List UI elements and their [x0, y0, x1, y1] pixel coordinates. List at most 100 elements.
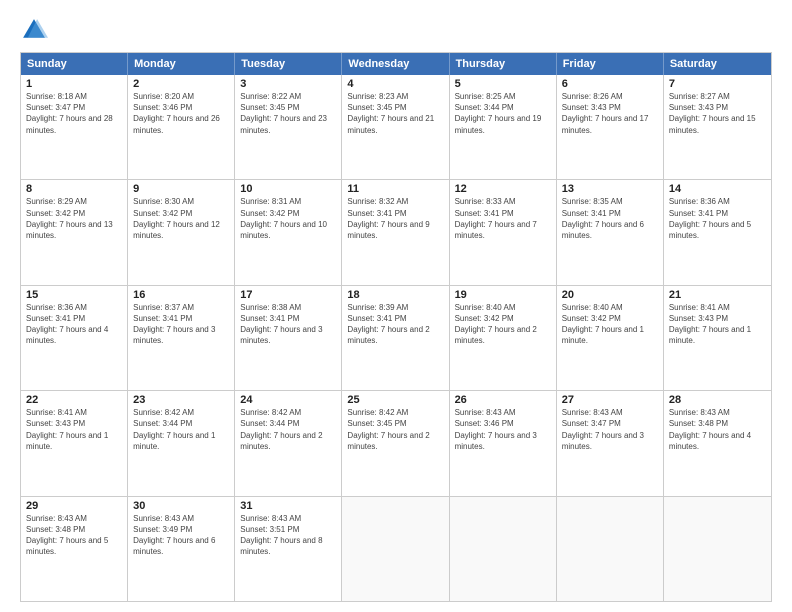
day-number: 29: [26, 500, 122, 512]
cell-info: Sunrise: 8:33 AMSunset: 3:41 PMDaylight:…: [455, 197, 537, 240]
calendar-row: 1 Sunrise: 8:18 AMSunset: 3:47 PMDaylight…: [21, 75, 771, 180]
day-number: 27: [562, 394, 658, 406]
cell-info: Sunrise: 8:26 AMSunset: 3:43 PMDaylight:…: [562, 92, 649, 135]
calendar-cell: 20 Sunrise: 8:40 AMSunset: 3:42 PMDayligh…: [557, 286, 664, 390]
day-number: 1: [26, 78, 122, 90]
cell-info: Sunrise: 8:42 AMSunset: 3:45 PMDaylight:…: [347, 408, 429, 451]
calendar-cell: 22Sunrise: 8:41 AMSunset: 3:43 PMDayligh…: [21, 391, 128, 495]
calendar-cell: [450, 497, 557, 601]
calendar-cell: 27 Sunrise: 8:43 AMSunset: 3:47 PMDayligh…: [557, 391, 664, 495]
day-number: 26: [455, 394, 551, 406]
cell-info: Sunrise: 8:43 AMSunset: 3:51 PMDaylight:…: [240, 514, 322, 557]
page: SundayMondayTuesdayWednesdayThursdayFrid…: [0, 0, 792, 612]
day-number: 30: [133, 500, 229, 512]
calendar-row: 15 Sunrise: 8:36 AMSunset: 3:41 PMDayligh…: [21, 286, 771, 391]
weekday-header: Saturday: [664, 53, 771, 75]
calendar-cell: 3 Sunrise: 8:22 AMSunset: 3:45 PMDaylight…: [235, 75, 342, 179]
day-number: 31: [240, 500, 336, 512]
cell-info: Sunrise: 8:42 AMSunset: 3:44 PMDaylight:…: [240, 408, 322, 451]
cell-info: Sunrise: 8:43 AMSunset: 3:48 PMDaylight:…: [26, 514, 108, 557]
calendar: SundayMondayTuesdayWednesdayThursdayFrid…: [20, 52, 772, 602]
day-number: 6: [562, 78, 658, 90]
calendar-cell: 14Sunrise: 8:36 AMSunset: 3:41 PMDayligh…: [664, 180, 771, 284]
weekday-header: Wednesday: [342, 53, 449, 75]
day-number: 9: [133, 183, 229, 195]
calendar-cell: 31 Sunrise: 8:43 AMSunset: 3:51 PMDayligh…: [235, 497, 342, 601]
day-number: 5: [455, 78, 551, 90]
calendar-row: 8 Sunrise: 8:29 AMSunset: 3:42 PMDaylight…: [21, 180, 771, 285]
day-number: 10: [240, 183, 336, 195]
calendar-cell: 6 Sunrise: 8:26 AMSunset: 3:43 PMDaylight…: [557, 75, 664, 179]
day-number: 3: [240, 78, 336, 90]
cell-info: Sunrise: 8:43 AMSunset: 3:47 PMDaylight:…: [562, 408, 644, 451]
day-number: 14: [669, 183, 766, 195]
day-number: 19: [455, 289, 551, 301]
calendar-cell: 11 Sunrise: 8:32 AMSunset: 3:41 PMDayligh…: [342, 180, 449, 284]
day-number: 24: [240, 394, 336, 406]
calendar-cell: 17 Sunrise: 8:38 AMSunset: 3:41 PMDayligh…: [235, 286, 342, 390]
day-number: 18: [347, 289, 443, 301]
weekday-header: Friday: [557, 53, 664, 75]
day-number: 2: [133, 78, 229, 90]
cell-info: Sunrise: 8:20 AMSunset: 3:46 PMDaylight:…: [133, 92, 220, 135]
weekday-header: Tuesday: [235, 53, 342, 75]
calendar-cell: 10Sunrise: 8:31 AMSunset: 3:42 PMDayligh…: [235, 180, 342, 284]
cell-info: Sunrise: 8:42 AMSunset: 3:44 PMDaylight:…: [133, 408, 215, 451]
cell-info: Sunrise: 8:43 AMSunset: 3:46 PMDaylight:…: [455, 408, 537, 451]
calendar-cell: [557, 497, 664, 601]
calendar-cell: 9 Sunrise: 8:30 AMSunset: 3:42 PMDaylight…: [128, 180, 235, 284]
day-number: 16: [133, 289, 229, 301]
cell-info: Sunrise: 8:22 AMSunset: 3:45 PMDaylight:…: [240, 92, 327, 135]
cell-info: Sunrise: 8:25 AMSunset: 3:44 PMDaylight:…: [455, 92, 542, 135]
calendar-cell: 29 Sunrise: 8:43 AMSunset: 3:48 PMDayligh…: [21, 497, 128, 601]
day-number: 8: [26, 183, 122, 195]
day-number: 21: [669, 289, 766, 301]
calendar-cell: 4 Sunrise: 8:23 AMSunset: 3:45 PMDaylight…: [342, 75, 449, 179]
cell-info: Sunrise: 8:18 AMSunset: 3:47 PMDaylight:…: [26, 92, 113, 135]
day-number: 11: [347, 183, 443, 195]
calendar-cell: 26 Sunrise: 8:43 AMSunset: 3:46 PMDayligh…: [450, 391, 557, 495]
weekday-header: Monday: [128, 53, 235, 75]
logo-icon: [20, 16, 48, 44]
calendar-cell: 19 Sunrise: 8:40 AMSunset: 3:42 PMDayligh…: [450, 286, 557, 390]
calendar-cell: 25 Sunrise: 8:42 AMSunset: 3:45 PMDayligh…: [342, 391, 449, 495]
header: [20, 16, 772, 44]
calendar-cell: 8 Sunrise: 8:29 AMSunset: 3:42 PMDaylight…: [21, 180, 128, 284]
day-number: 28: [669, 394, 766, 406]
calendar-cell: 21Sunrise: 8:41 AMSunset: 3:43 PMDayligh…: [664, 286, 771, 390]
calendar-cell: 2 Sunrise: 8:20 AMSunset: 3:46 PMDaylight…: [128, 75, 235, 179]
cell-info: Sunrise: 8:30 AMSunset: 3:42 PMDaylight:…: [133, 197, 220, 240]
calendar-body: 1 Sunrise: 8:18 AMSunset: 3:47 PMDaylight…: [21, 75, 771, 601]
cell-info: Sunrise: 8:40 AMSunset: 3:42 PMDaylight:…: [562, 303, 644, 346]
weekday-header: Sunday: [21, 53, 128, 75]
day-number: 17: [240, 289, 336, 301]
calendar-cell: 5 Sunrise: 8:25 AMSunset: 3:44 PMDaylight…: [450, 75, 557, 179]
cell-info: Sunrise: 8:35 AMSunset: 3:41 PMDaylight:…: [562, 197, 644, 240]
cell-info: Sunrise: 8:36 AMSunset: 3:41 PMDaylight:…: [26, 303, 108, 346]
day-number: 25: [347, 394, 443, 406]
day-number: 4: [347, 78, 443, 90]
calendar-cell: 13Sunrise: 8:35 AMSunset: 3:41 PMDayligh…: [557, 180, 664, 284]
day-number: 15: [26, 289, 122, 301]
calendar-row: 22Sunrise: 8:41 AMSunset: 3:43 PMDayligh…: [21, 391, 771, 496]
cell-info: Sunrise: 8:32 AMSunset: 3:41 PMDaylight:…: [347, 197, 429, 240]
calendar-cell: 1 Sunrise: 8:18 AMSunset: 3:47 PMDaylight…: [21, 75, 128, 179]
calendar-cell: 24 Sunrise: 8:42 AMSunset: 3:44 PMDayligh…: [235, 391, 342, 495]
calendar-cell: 16 Sunrise: 8:37 AMSunset: 3:41 PMDayligh…: [128, 286, 235, 390]
cell-info: Sunrise: 8:39 AMSunset: 3:41 PMDaylight:…: [347, 303, 429, 346]
logo: [20, 16, 52, 44]
day-number: 20: [562, 289, 658, 301]
calendar-row: 29 Sunrise: 8:43 AMSunset: 3:48 PMDayligh…: [21, 497, 771, 601]
calendar-cell: [342, 497, 449, 601]
day-number: 23: [133, 394, 229, 406]
cell-info: Sunrise: 8:29 AMSunset: 3:42 PMDaylight:…: [26, 197, 113, 240]
day-number: 7: [669, 78, 766, 90]
cell-info: Sunrise: 8:23 AMSunset: 3:45 PMDaylight:…: [347, 92, 434, 135]
cell-info: Sunrise: 8:37 AMSunset: 3:41 PMDaylight:…: [133, 303, 215, 346]
day-number: 12: [455, 183, 551, 195]
cell-info: Sunrise: 8:38 AMSunset: 3:41 PMDaylight:…: [240, 303, 322, 346]
calendar-cell: 23 Sunrise: 8:42 AMSunset: 3:44 PMDayligh…: [128, 391, 235, 495]
calendar-cell: 30Sunrise: 8:43 AMSunset: 3:49 PMDayligh…: [128, 497, 235, 601]
cell-info: Sunrise: 8:40 AMSunset: 3:42 PMDaylight:…: [455, 303, 537, 346]
calendar-cell: 15 Sunrise: 8:36 AMSunset: 3:41 PMDayligh…: [21, 286, 128, 390]
